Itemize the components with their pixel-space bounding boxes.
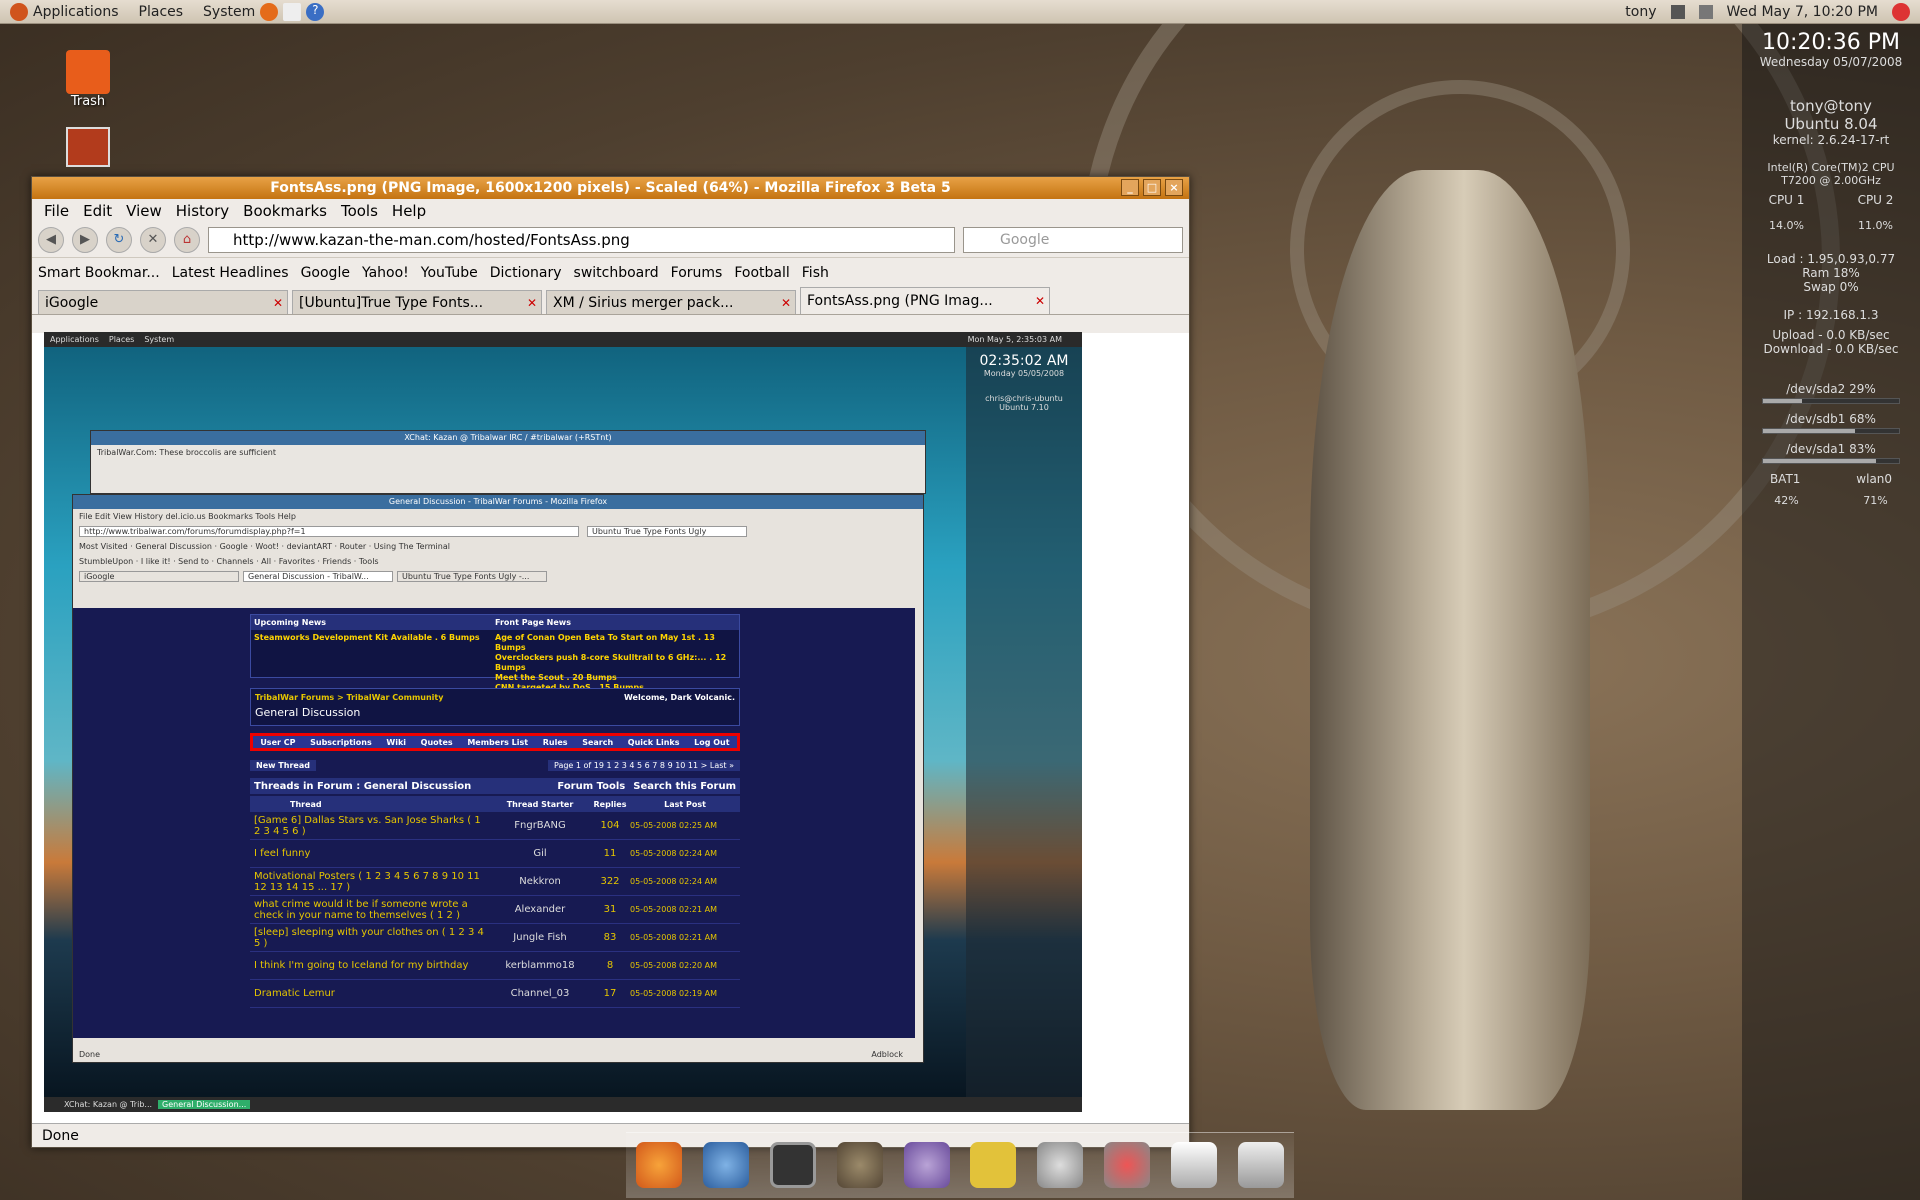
inner-conky: 02:35:02 AM Monday 05/05/2008 chris@chri… xyxy=(966,347,1082,1097)
network-icon[interactable] xyxy=(1670,4,1685,19)
games-icon[interactable] xyxy=(970,1142,1017,1188)
places-menu[interactable]: Places xyxy=(129,4,194,20)
panel-clock[interactable]: Wed May 7, 10:20 PM xyxy=(1727,4,1879,20)
stop-button[interactable]: ✕ xyxy=(140,227,166,253)
firefox-icon[interactable] xyxy=(636,1142,683,1188)
home-button[interactable]: ⌂ xyxy=(174,227,200,253)
menu-view[interactable]: View xyxy=(120,202,168,220)
disk3-bar xyxy=(1762,458,1900,464)
tab-xm-sirius[interactable]: XM / Sirius merger pack... ✕ xyxy=(546,290,796,314)
bookmark-item[interactable]: Football xyxy=(734,265,789,281)
table-row[interactable]: what crime would it be if someone wrote … xyxy=(250,896,740,924)
gimp-icon[interactable] xyxy=(836,1142,883,1188)
system-menu[interactable]: System ? xyxy=(193,2,334,21)
volume-icon[interactable] xyxy=(1698,4,1713,19)
tab-bar: iGoogle ✕ [Ubuntu]True Type Fonts... ✕ XM … xyxy=(32,287,1189,315)
tab-ubuntu-fonts[interactable]: [Ubuntu]True Type Fonts... ✕ xyxy=(292,290,542,314)
disk1-bar xyxy=(1762,398,1900,404)
disk2-bar xyxy=(1762,428,1900,434)
bookmark-item[interactable]: Dictionary xyxy=(490,265,562,281)
joystick-icon[interactable] xyxy=(1103,1142,1150,1188)
bookmark-item[interactable]: Forums xyxy=(671,265,723,281)
url-bar[interactable]: http://www.kazan-the-man.com/hosted/Font… xyxy=(208,227,955,253)
pidgin-icon[interactable] xyxy=(903,1142,950,1188)
terminal-icon[interactable] xyxy=(769,1142,816,1188)
bookmarks-toolbar: Smart Bookmar... Latest Headlines Google… xyxy=(32,257,1189,287)
help-icon[interactable]: ? xyxy=(306,2,325,21)
bookmark-item[interactable]: Yahoo! xyxy=(362,265,409,281)
menu-bar: File Edit View History Bookmarks Tools H… xyxy=(32,199,1189,223)
bookmark-item[interactable]: Smart Bookmar... xyxy=(38,265,160,281)
scaled-screenshot-image[interactable]: Applications Places System Mon May 5, 2:35… xyxy=(44,332,1082,1112)
close-tab-icon[interactable]: ✕ xyxy=(527,296,541,310)
computer-icon[interactable] xyxy=(66,127,110,167)
ubuntu-logo-icon xyxy=(10,2,28,21)
forward-button[interactable]: ▶ xyxy=(72,227,98,253)
menu-tools[interactable]: Tools xyxy=(335,202,384,220)
top-panel: Applications Places System ? tony Wed Ma… xyxy=(0,0,1920,24)
tab-igoogle[interactable]: iGoogle ✕ xyxy=(38,290,288,314)
trash-dock-icon[interactable] xyxy=(1170,1142,1217,1188)
navigation-toolbar: ◀ ▶ ↻ ✕ ⌂ http://www.kazan-the-man.com/h… xyxy=(32,223,1189,257)
menu-file[interactable]: File xyxy=(38,202,75,220)
inner-firefox-window: General Discussion - TribalWar Forums - … xyxy=(72,494,924,1063)
window-titlebar[interactable]: FontsAss.png (PNG Image, 1600x1200 pixel… xyxy=(32,177,1189,199)
tab-fontsass[interactable]: FontsAss.png (PNG Imag... ✕ xyxy=(800,287,1050,314)
close-button[interactable]: × xyxy=(1165,179,1183,196)
user-name: tony xyxy=(1625,3,1657,20)
bookmark-item[interactable]: YouTube xyxy=(421,265,478,281)
warrior-figure xyxy=(1310,170,1590,1110)
settings-icon[interactable] xyxy=(1037,1142,1084,1188)
reload-button[interactable]: ↻ xyxy=(106,227,132,253)
applications-menu[interactable]: Applications xyxy=(0,2,129,21)
bookmark-item[interactable]: Fish xyxy=(802,265,829,281)
shutdown-icon[interactable] xyxy=(1892,2,1910,21)
back-button[interactable]: ◀ xyxy=(38,227,64,253)
table-row[interactable]: I feel funny Gil 11 05-05-2008 02:24 AM xyxy=(250,840,740,868)
maximize-button[interactable]: □ xyxy=(1143,179,1161,196)
close-tab-icon[interactable]: ✕ xyxy=(273,296,287,310)
bookmark-item[interactable]: Google xyxy=(301,265,350,281)
tribalwar-forum-page: Upcoming News Front Page News Steamworks … xyxy=(73,608,915,1038)
close-tab-icon[interactable]: ✕ xyxy=(781,296,795,310)
menu-edit[interactable]: Edit xyxy=(77,202,118,220)
table-row[interactable]: Motivational Posters ( 1 2 3 4 5 6 7 8 9… xyxy=(250,868,740,896)
bookmark-item[interactable]: Latest Headlines xyxy=(172,265,289,281)
trash-desktop-icon[interactable]: Trash xyxy=(58,50,118,167)
thunderbird-icon[interactable] xyxy=(703,1142,750,1188)
conky-monitor: 10:20:36 PM Wednesday 05/07/2008 tony@to… xyxy=(1742,24,1920,1200)
minimize-button[interactable]: _ xyxy=(1121,179,1139,196)
trash-icon xyxy=(66,50,110,94)
table-row[interactable]: [sleep] sleeping with your clothes on ( … xyxy=(250,924,740,952)
table-row[interactable]: I think I'm going to Iceland for my birt… xyxy=(250,952,740,980)
inner-taskbar: XChat: Kazan @ Trib... General Discussio… xyxy=(44,1097,1082,1112)
menu-bookmarks[interactable]: Bookmarks xyxy=(237,202,333,220)
bookmark-item[interactable]: switchboard xyxy=(574,265,659,281)
dock xyxy=(626,1132,1294,1198)
inner-xchat-window: XChat: Kazan @ Tribalwar IRC / #tribalwa… xyxy=(90,430,926,494)
table-row[interactable]: [Game 6] Dallas Stars vs. San Jose Shark… xyxy=(250,812,740,840)
close-tab-icon[interactable]: ✕ xyxy=(1035,294,1049,308)
mail-launcher-icon[interactable] xyxy=(283,2,302,21)
bin-dock-icon[interactable] xyxy=(1237,1142,1284,1188)
search-input[interactable]: Google xyxy=(963,227,1183,253)
forum-nav-links: User CP Subscriptions Wiki Quotes Members Li… xyxy=(250,733,740,751)
inner-top-panel: Applications Places System Mon May 5, 2:35… xyxy=(44,332,1082,347)
firefox-launcher-icon[interactable] xyxy=(260,2,279,21)
menu-help[interactable]: Help xyxy=(386,202,432,220)
table-row[interactable]: Dramatic Lemur Channel_03 17 05-05-2008 02:… xyxy=(250,980,740,1008)
menu-history[interactable]: History xyxy=(170,202,235,220)
